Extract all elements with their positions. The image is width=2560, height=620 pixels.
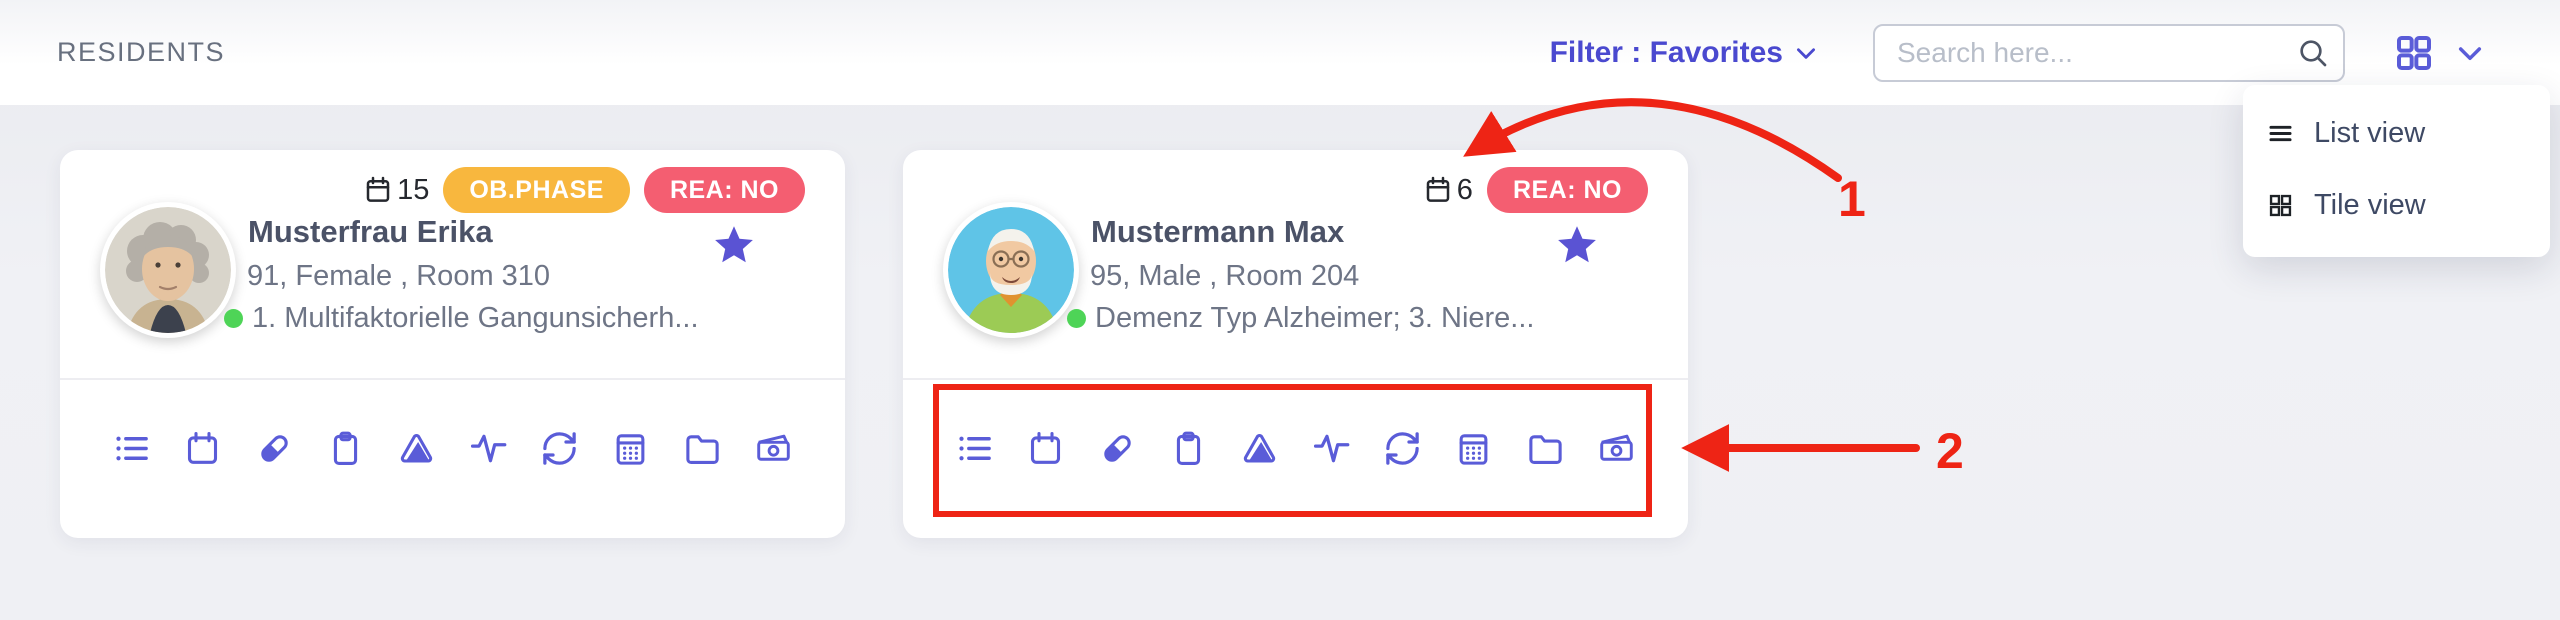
dropdown-panel: List view Tile view	[2243, 85, 2550, 257]
schedule-button[interactable]	[611, 429, 650, 468]
money-icon	[1597, 429, 1636, 468]
list-button[interactable]	[955, 429, 994, 468]
rea-badge: REA: NO	[643, 167, 805, 213]
favorite-star-icon[interactable]	[712, 223, 756, 267]
menu-item-tile-view[interactable]: Tile view	[2267, 181, 2426, 229]
pulse-icon	[469, 429, 508, 468]
card-status-row: 6 REA: NO	[1423, 166, 1648, 214]
schedule-icon	[1454, 429, 1493, 468]
pyramid-icon	[1240, 429, 1279, 468]
schedule-button[interactable]	[1454, 429, 1493, 468]
calendar-button[interactable]	[183, 429, 222, 468]
card-divider	[903, 378, 1688, 380]
view-menu-dropdown: List view Tile view	[2243, 58, 2550, 258]
menu-item-label: Tile view	[2314, 188, 2426, 221]
money-icon	[754, 429, 793, 468]
diagnosis-text: 1. Multifaktorielle Gangunsicherh...	[252, 302, 699, 334]
appointments-number: 6	[1456, 173, 1473, 206]
folder-icon	[683, 429, 722, 468]
residents-page: RESIDENTS Filter : Favorites List vie	[0, 0, 2560, 620]
annotation-number-2: 2	[1936, 423, 1964, 479]
list-icon	[955, 429, 994, 468]
list-view-icon	[2267, 120, 2294, 147]
tile-view-icon	[2267, 192, 2294, 219]
diagnosis-row: 1. Multifaktorielle Gangunsicherh...	[224, 302, 699, 335]
resident-name: Musterfrau Erika	[248, 214, 493, 249]
sync-button[interactable]	[540, 429, 579, 468]
pyramid-icon	[397, 429, 436, 468]
resident-photo	[948, 207, 1074, 333]
appointments-number: 15	[397, 173, 430, 206]
card-action-bar	[112, 429, 793, 468]
clipboard-icon	[1169, 429, 1208, 468]
card-status-row: 15 OB.PHASE REA: NO	[363, 166, 805, 214]
calendar-icon	[1026, 429, 1065, 468]
vitals-button[interactable]	[469, 429, 508, 468]
page-title: RESIDENTS	[57, 37, 226, 67]
billing-button[interactable]	[754, 429, 793, 468]
billing-button[interactable]	[1597, 429, 1636, 468]
phase-badge: OB.PHASE	[443, 167, 630, 213]
card-divider	[60, 378, 845, 380]
diagnosis-text: Demenz Typ Alzheimer; 3. Niere...	[1095, 302, 1535, 334]
chevron-down-icon	[1793, 40, 1819, 66]
resident-name: Mustermann Max	[1091, 214, 1345, 249]
appointments-count[interactable]: 15	[363, 174, 429, 207]
topbar: RESIDENTS Filter : Favorites	[0, 0, 2560, 105]
status-dot	[224, 309, 243, 328]
calendar-icon	[183, 429, 222, 468]
status-dot	[1067, 309, 1086, 328]
list-button[interactable]	[112, 429, 151, 468]
wound-doc-button[interactable]	[397, 429, 436, 468]
vitals-button[interactable]	[1312, 429, 1351, 468]
folder-icon	[1526, 429, 1565, 468]
sync-icon	[540, 429, 579, 468]
clipboard-button[interactable]	[326, 429, 365, 468]
documents-button[interactable]	[683, 429, 722, 468]
calendar-icon	[1423, 175, 1453, 205]
documents-button[interactable]	[1526, 429, 1565, 468]
pill-icon	[255, 429, 294, 468]
filter-button[interactable]: Filter : Favorites	[1550, 36, 1819, 70]
schedule-icon	[611, 429, 650, 468]
list-icon	[112, 429, 151, 468]
resident-card-max: 6 REA: NO Mustermann Max 95, Male , Room…	[903, 150, 1688, 538]
diagnosis-row: Demenz Typ Alzheimer; 3. Niere...	[1067, 302, 1534, 335]
clipboard-icon	[326, 429, 365, 468]
card-action-bar	[955, 429, 1636, 468]
annotation-number-1: 1	[1838, 171, 1866, 227]
favorite-star-icon[interactable]	[1555, 223, 1599, 267]
pulse-icon	[1312, 429, 1351, 468]
calendar-button[interactable]	[1026, 429, 1065, 468]
menu-item-list-view[interactable]: List view	[2267, 109, 2425, 157]
resident-info: 91, Female , Room 310	[247, 260, 551, 292]
menu-item-label: List view	[2314, 116, 2426, 149]
clipboard-button[interactable]	[1169, 429, 1208, 468]
wound-doc-button[interactable]	[1240, 429, 1279, 468]
resident-card-erika: 15 OB.PHASE REA: NO Musterfrau Erika 91,…	[60, 150, 845, 538]
sync-icon	[1383, 429, 1422, 468]
medication-button[interactable]	[255, 429, 294, 468]
appointments-count[interactable]: 6	[1423, 174, 1473, 207]
avatar[interactable]	[943, 202, 1079, 338]
medication-button[interactable]	[1098, 429, 1137, 468]
avatar[interactable]	[100, 202, 236, 338]
filter-label: Filter : Favorites	[1549, 35, 1783, 69]
resident-photo	[105, 207, 231, 333]
calendar-icon	[363, 175, 393, 205]
pill-icon	[1098, 429, 1137, 468]
rea-badge: REA: NO	[1486, 167, 1648, 213]
sync-button[interactable]	[1383, 429, 1422, 468]
resident-info: 95, Male , Room 204	[1090, 260, 1360, 292]
